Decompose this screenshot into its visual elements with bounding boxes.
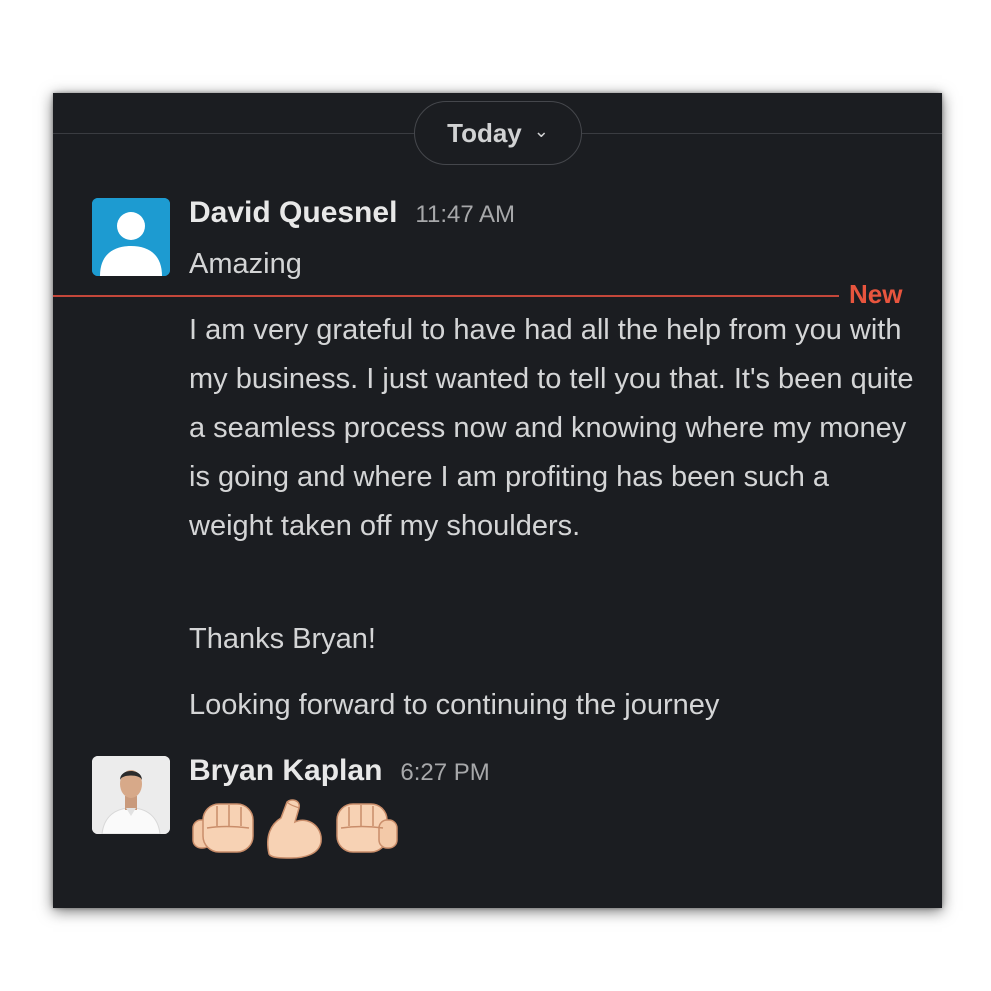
message-text: Thanks Bryan! xyxy=(189,623,376,655)
profile-photo-icon xyxy=(92,756,170,834)
default-user-avatar-icon xyxy=(92,198,170,276)
message-header: David Quesnel 11:47 AM xyxy=(189,196,515,230)
message-timestamp[interactable]: 11:47 AM xyxy=(415,201,515,229)
day-divider-button[interactable]: Today ⌄ xyxy=(414,101,582,165)
new-messages-divider xyxy=(53,295,839,297)
fist-bump-emoji-icon xyxy=(336,803,398,853)
emoji-message xyxy=(189,796,401,862)
message-text: Amazing xyxy=(189,248,302,280)
flexed-biceps-emoji-icon xyxy=(267,799,322,859)
message-text: Looking forward to continuing the journe… xyxy=(189,689,720,721)
avatar-david-quesnel[interactable] xyxy=(92,198,170,276)
sender-name[interactable]: Bryan Kaplan xyxy=(189,754,382,788)
message-timestamp[interactable]: 6:27 PM xyxy=(400,759,489,787)
message-text: I am very grateful to have had all the h… xyxy=(189,314,914,542)
message-pane: Today ⌄ David Quesnel 11:47 AM Amazing N… xyxy=(53,93,942,908)
day-divider-label: Today xyxy=(447,117,522,148)
avatar-bryan-kaplan[interactable] xyxy=(92,756,170,834)
fist-bump-emoji-icon xyxy=(192,803,254,853)
sender-name[interactable]: David Quesnel xyxy=(189,196,397,230)
chevron-down-icon: ⌄ xyxy=(533,120,549,141)
message-header: Bryan Kaplan 6:27 PM xyxy=(189,754,490,788)
